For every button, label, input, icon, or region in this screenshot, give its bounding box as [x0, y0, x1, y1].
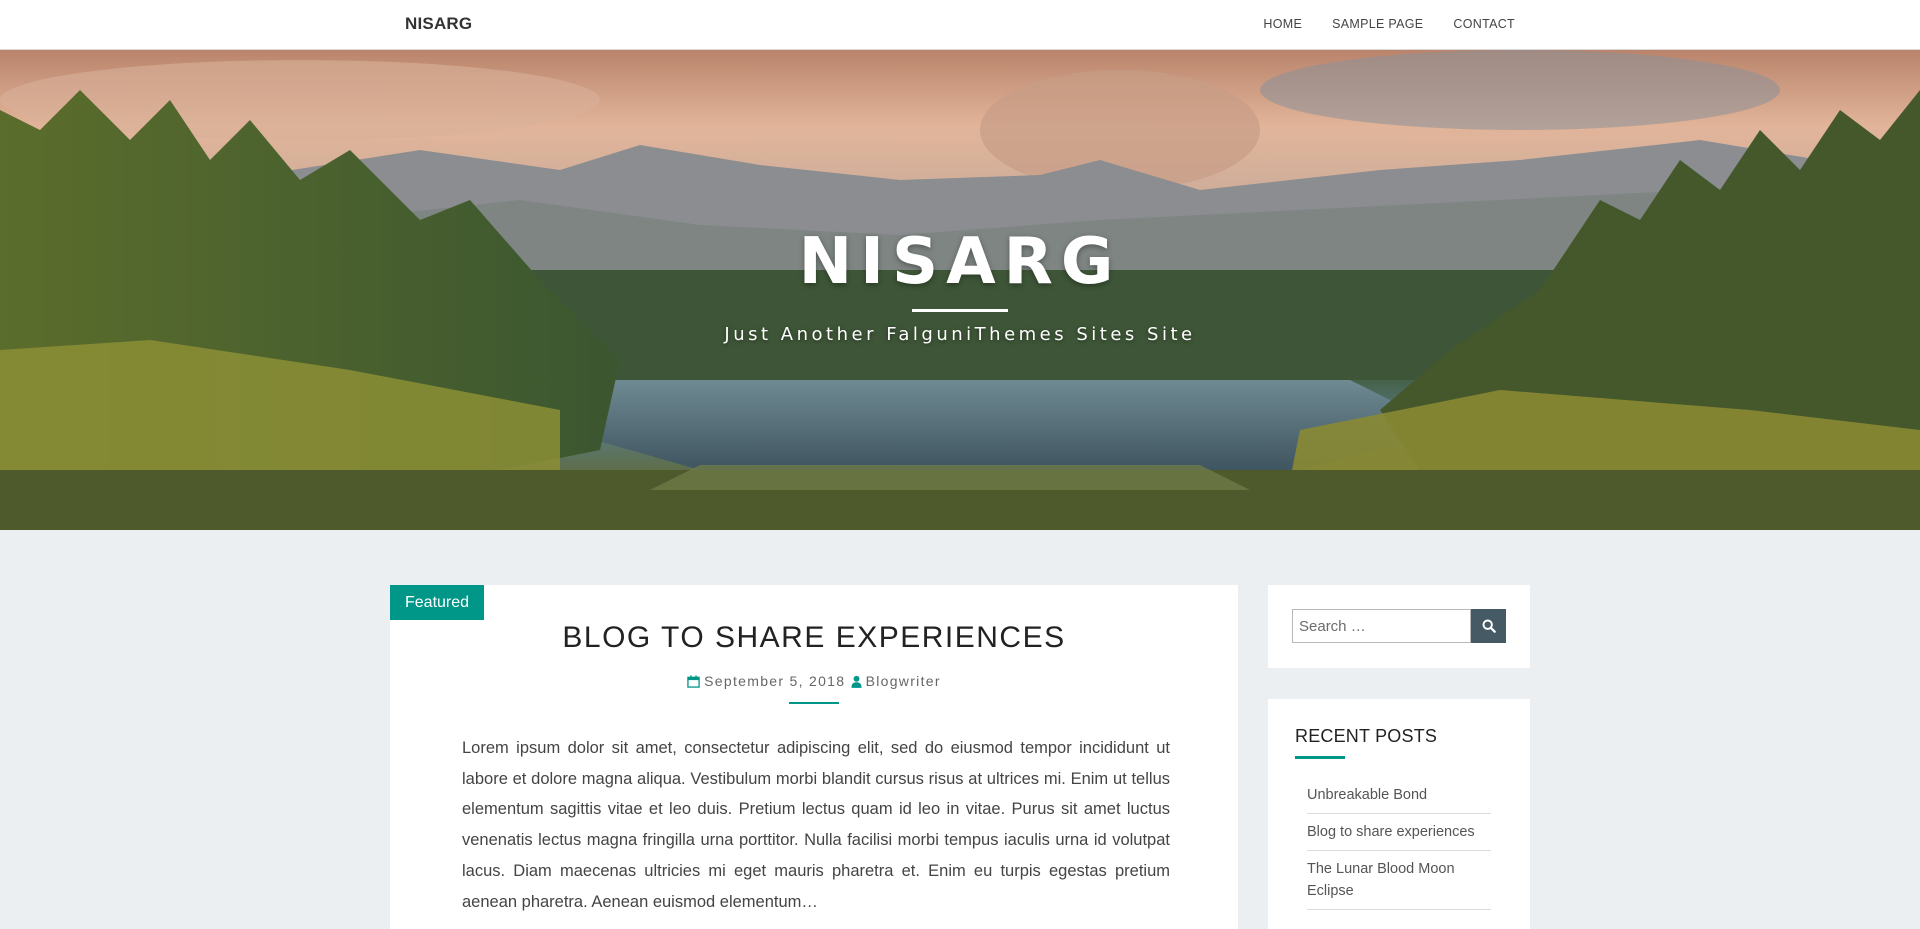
calendar-icon: [687, 675, 700, 688]
hero-banner: NISARG Just Another FalguniThemes Sites …: [0, 50, 1920, 530]
recent-post-link[interactable]: Unbreakable Bond: [1307, 787, 1427, 803]
recent-post-link[interactable]: Blog to share experiences: [1307, 824, 1475, 840]
post-date[interactable]: September 5, 2018: [687, 673, 845, 689]
list-item: Unbreakable Bond: [1307, 777, 1491, 814]
recent-posts-list: Unbreakable Bond Blog to share experienc…: [1307, 777, 1491, 910]
recent-posts-title-underline: [1295, 756, 1345, 759]
nav-link-home[interactable]: HOME: [1263, 17, 1302, 31]
list-item: Blog to share experiences: [1307, 814, 1491, 851]
featured-post-card: Featured BLOG TO SHARE EXPERIENCES Septe…: [390, 585, 1238, 929]
hero-divider: [912, 309, 1008, 312]
search-widget: [1268, 585, 1530, 668]
post-date-text[interactable]: September 5, 2018: [704, 673, 845, 689]
post-excerpt: Lorem ipsum dolor sit amet, consectetur …: [462, 739, 1170, 911]
user-icon: [851, 675, 862, 688]
search-button[interactable]: [1471, 609, 1506, 643]
post-title-divider: [789, 702, 839, 704]
top-navbar: NISARG HOME SAMPLE PAGE CONTACT: [0, 0, 1920, 50]
recent-posts-title: RECENT POSTS: [1295, 726, 1438, 746]
recent-posts-widget: RECENT POSTS Unbreakable Bond Blog to sh…: [1268, 699, 1530, 929]
post-meta: September 5, 2018 Blogwriter: [390, 673, 1238, 689]
nav-link-contact[interactable]: CONTACT: [1453, 17, 1515, 31]
post-author[interactable]: Blogwriter: [851, 673, 941, 689]
hero-tagline: Just Another FalguniThemes Sites Site: [724, 324, 1196, 345]
featured-badge: Featured: [390, 585, 485, 620]
recent-post-link[interactable]: The Lunar Blood Moon Eclipse: [1307, 861, 1455, 899]
search-input[interactable]: [1292, 609, 1471, 643]
main-menu: HOME SAMPLE PAGE CONTACT: [1263, 17, 1515, 31]
nav-link-sample-page[interactable]: SAMPLE PAGE: [1332, 17, 1423, 31]
post-title[interactable]: BLOG TO SHARE EXPERIENCES: [390, 621, 1238, 655]
post-title-text[interactable]: BLOG TO SHARE EXPERIENCES: [562, 621, 1065, 654]
list-item: The Lunar Blood Moon Eclipse: [1307, 851, 1491, 910]
post-author-text[interactable]: Blogwriter: [866, 673, 941, 689]
hero-site-title: NISARG: [798, 225, 1122, 299]
site-brand-link[interactable]: NISARG: [405, 14, 472, 34]
search-icon: [1482, 619, 1496, 633]
